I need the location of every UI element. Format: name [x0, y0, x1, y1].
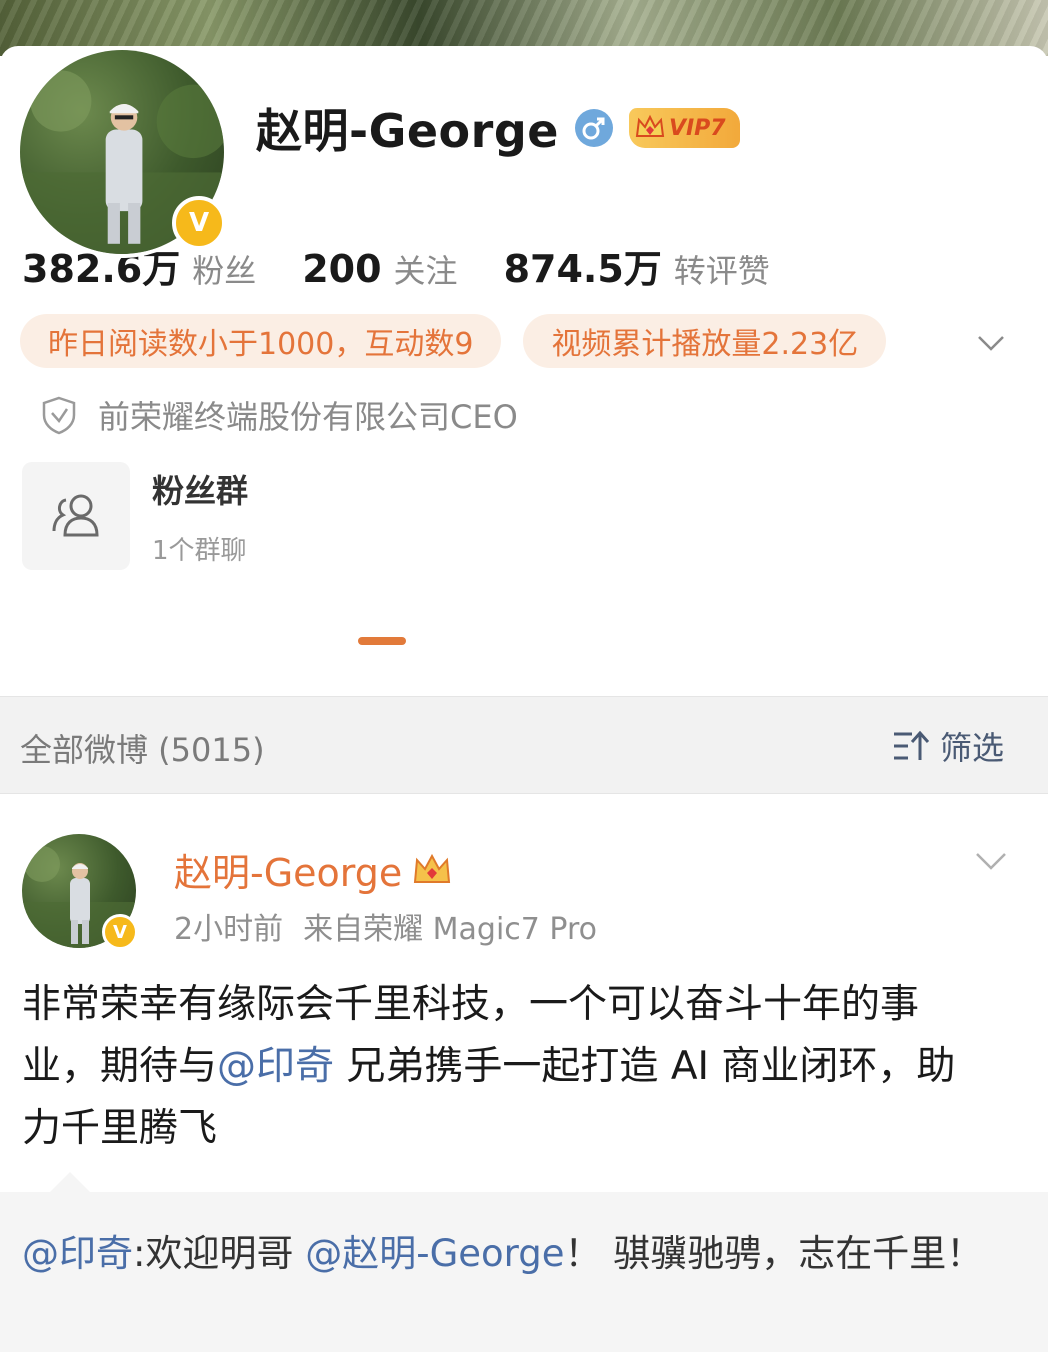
name-row: 赵明-George VIP7 — [256, 98, 740, 158]
all-posts-count[interactable]: 全部微博 (5015) — [20, 725, 265, 771]
post-time: 2小时前 — [174, 912, 284, 947]
filter-label: 筛选 — [939, 729, 1004, 767]
reply-pointer — [50, 1172, 90, 1192]
post-author-row: 赵明-George — [174, 842, 452, 897]
fan-group-card[interactable]: 粉丝群 1个群聊 — [22, 462, 248, 570]
reply-text-part: :欢迎明哥 — [133, 1232, 306, 1275]
verified-badge-icon: V — [172, 196, 226, 250]
post-card: V 赵明-George 2小时前 来自荣耀 Magic7 Pro 非常荣幸有缘际… — [0, 796, 1048, 1352]
reposted-comment-box[interactable]: @印奇:欢迎明哥 @赵明-George！ 骐骥驰骋，志在千里！ — [0, 1172, 1048, 1352]
stat-value: 200 — [302, 247, 382, 291]
vip-label: VIP7 — [668, 115, 726, 141]
crown-icon — [414, 853, 451, 883]
post-avatar[interactable]: V — [22, 834, 138, 950]
male-gender-icon — [574, 109, 613, 147]
fan-group-title: 粉丝群 — [152, 471, 249, 510]
stat-value: 874.5万 — [503, 247, 662, 291]
filter-sort-icon — [893, 730, 930, 760]
post-body: 非常荣幸有缘际会千里科技，一个可以奋斗十年的事业，期待与@印奇 兄弟携手一起打造… — [22, 974, 982, 1160]
mention-link[interactable]: @赵明-George — [305, 1232, 564, 1275]
active-tab-indicator — [358, 637, 406, 645]
profile-tabs: 动态 微博 视频 相册 — [0, 560, 1048, 1188]
insight-pill-video-plays[interactable]: 视频累计播放量2.23亿 — [523, 314, 887, 368]
stat-label: 关注 — [393, 252, 458, 290]
filter-button[interactable]: 筛选 — [892, 723, 1004, 769]
profile-name: 赵明-George — [256, 104, 559, 158]
fan-group-icon-box — [22, 462, 130, 570]
certification-text: 前荣耀终端股份有限公司CEO — [98, 398, 518, 436]
certification-row: 前荣耀终端股份有限公司CEO — [40, 392, 518, 438]
shield-check-icon — [42, 396, 76, 435]
post-meta: 2小时前 来自荣耀 Magic7 Pro — [174, 904, 597, 948]
profile-avatar[interactable]: V — [16, 46, 228, 258]
chevron-down-icon[interactable] — [976, 328, 1006, 358]
mention-link[interactable]: @印奇 — [22, 1232, 133, 1275]
group-people-icon — [52, 494, 99, 537]
verified-badge-icon: V — [102, 914, 138, 950]
insight-pills: 昨日阅读数小于1000，互动数9 视频累计播放量2.23亿 — [20, 314, 887, 368]
mention-link[interactable]: @印奇 — [217, 1044, 334, 1089]
reply-text-part: ！ 骐骥驰骋，志在千里！ — [564, 1232, 984, 1275]
reposted-comment-text: @印奇:欢迎明哥 @赵明-George！ 骐骥驰骋，志在千里！ — [22, 1224, 1002, 1284]
stat-interactions[interactable]: 874.5万 转评赞 — [504, 238, 770, 293]
post-author-name[interactable]: 赵明-George — [174, 842, 402, 897]
post-source: 来自荣耀 Magic7 Pro — [303, 912, 597, 947]
stat-following[interactable]: 200 关注 — [302, 246, 457, 292]
filter-bar: 全部微博 (5015) 筛选 — [0, 696, 1048, 794]
crown-icon — [635, 114, 665, 137]
chevron-down-icon[interactable] — [974, 848, 1008, 876]
fan-group-text: 粉丝群 1个群聊 — [152, 462, 248, 570]
insight-pill-reads[interactable]: 昨日阅读数小于1000，互动数9 — [20, 314, 502, 368]
stat-label: 转评赞 — [673, 252, 770, 290]
vip-badge[interactable]: VIP7 — [628, 108, 740, 148]
